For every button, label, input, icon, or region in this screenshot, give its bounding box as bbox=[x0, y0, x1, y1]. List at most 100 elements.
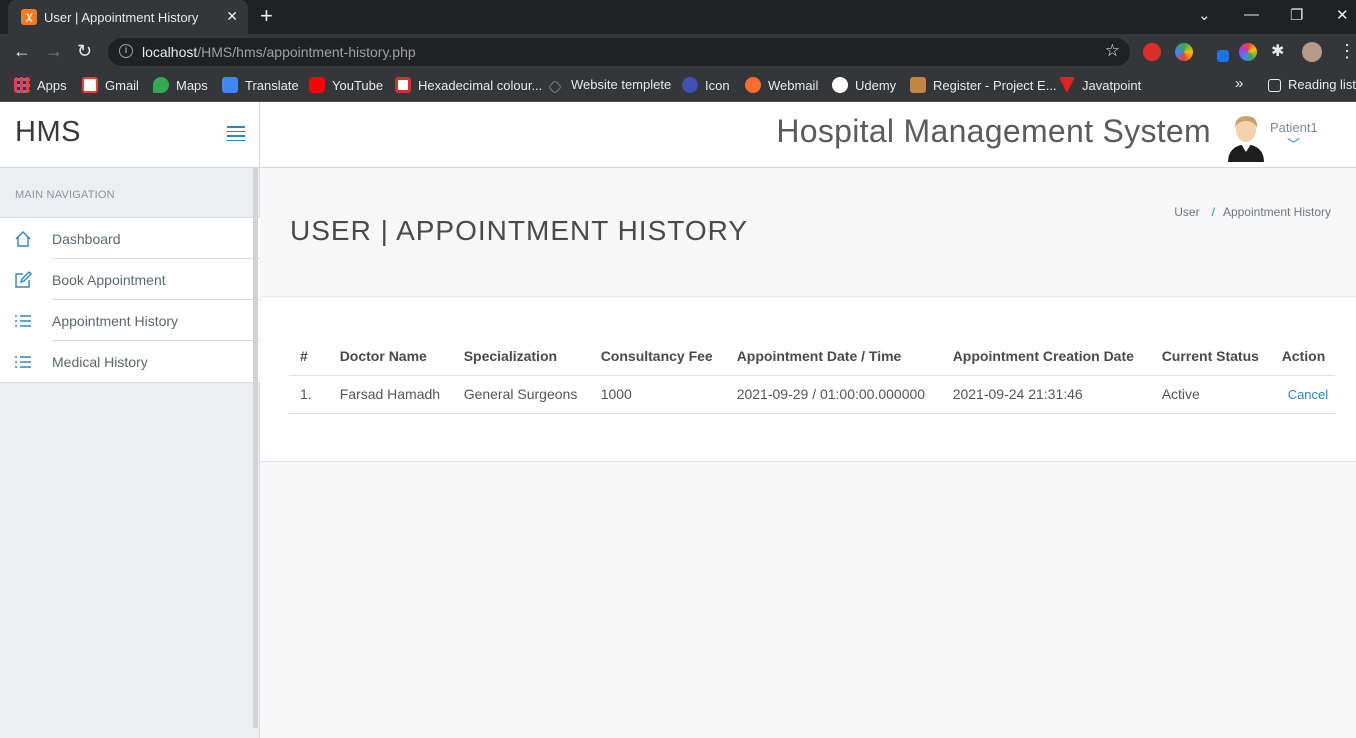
page-header: USER | APPOINTMENT HISTORY User / Appointm… bbox=[260, 168, 1356, 297]
menu-kebab-icon[interactable]: ⋮ bbox=[1338, 41, 1356, 62]
breadcrumb-user[interactable]: User bbox=[1174, 205, 1199, 219]
appointments-table: # Doctor Name Specialization Consultancy… bbox=[289, 338, 1335, 414]
column-header-action: Action bbox=[1281, 338, 1335, 376]
extension-pen-icon[interactable] bbox=[1217, 50, 1229, 62]
main-content: USER | APPOINTMENT HISTORY User / Appointm… bbox=[260, 168, 1356, 738]
browser-tab[interactable]: ꭓ User | Appointment History ✕ bbox=[8, 0, 248, 34]
sidebar-heading: MAIN NAVIGATION bbox=[0, 168, 253, 218]
close-window-icon[interactable]: ✕ bbox=[1336, 6, 1349, 24]
youtube-icon bbox=[309, 77, 325, 93]
sidebar-scrollbar[interactable] bbox=[253, 168, 258, 728]
cell-status: Active bbox=[1161, 375, 1282, 414]
bookmark-javatpoint[interactable]: Javatpoint bbox=[1059, 77, 1141, 93]
column-header-number: # bbox=[289, 338, 312, 376]
breadcrumb-current: Appointment History bbox=[1222, 205, 1331, 219]
browser-toolbar: ← → ↻ i localhost/HMS/hms/appointment-hi… bbox=[0, 34, 1356, 70]
page-title: USER | APPOINTMENT HISTORY bbox=[290, 215, 749, 246]
cell-number: 1. bbox=[289, 375, 312, 414]
list-icon bbox=[15, 315, 31, 327]
bookmarks-overflow-icon[interactable]: » bbox=[1235, 75, 1243, 92]
appointments-panel: # Doctor Name Specialization Consultancy… bbox=[260, 298, 1356, 462]
cell-creation-date: 2021-09-24 21:31:46 bbox=[952, 375, 1162, 414]
sidebar-item-label: Appointment History bbox=[52, 313, 179, 329]
cell-specialization: General Surgeons bbox=[463, 375, 601, 414]
brand-logo[interactable]: HMS bbox=[15, 116, 81, 149]
breadcrumb: User / Appointment History bbox=[1174, 205, 1331, 219]
translate-icon bbox=[222, 77, 238, 93]
breadcrumb-separator: / bbox=[1211, 205, 1215, 219]
sidebar-item-medical-history[interactable]: Medical History bbox=[0, 341, 260, 382]
sidebar-item-appointment-history[interactable]: Appointment History bbox=[0, 300, 260, 341]
sidebar: MAIN NAVIGATION Dashboard Book Appointme… bbox=[0, 168, 260, 738]
tab-search-icon[interactable]: ⌄ bbox=[1198, 6, 1211, 24]
cell-doctor-name: Farsad Hamadh bbox=[311, 375, 464, 414]
app-root: HMS Hospital Management System Patient1 … bbox=[0, 102, 1356, 738]
column-header-appointment-datetime: Appointment Date / Time bbox=[736, 338, 953, 376]
bookmark-gmail[interactable]: Gmail bbox=[82, 77, 139, 93]
template-icon bbox=[547, 79, 563, 95]
new-tab-icon[interactable]: + bbox=[260, 5, 273, 27]
home-icon bbox=[15, 231, 31, 247]
table-header-row: # Doctor Name Specialization Consultancy… bbox=[289, 338, 1335, 376]
reading-list-icon bbox=[1268, 79, 1281, 92]
project-icon bbox=[910, 77, 926, 93]
bookmarks-bar: Apps Gmail Maps Translate YouTube Hexade… bbox=[0, 70, 1356, 102]
maps-pin-icon bbox=[153, 77, 169, 93]
cell-consultancy-fee: 1000 bbox=[600, 375, 737, 414]
close-tab-icon[interactable]: ✕ bbox=[226, 8, 238, 25]
bookmark-apps[interactable]: Apps bbox=[14, 77, 67, 93]
sidebar-item-book-appointment[interactable]: Book Appointment bbox=[0, 259, 260, 300]
profile-avatar[interactable] bbox=[1302, 42, 1322, 62]
sidebar-item-dashboard[interactable]: Dashboard bbox=[0, 218, 260, 259]
bookmark-udemy[interactable]: Udemy bbox=[832, 77, 896, 93]
url-text[interactable]: localhost/HMS/hms/appointment-history.ph… bbox=[142, 44, 416, 60]
column-header-doctor-name: Doctor Name bbox=[311, 338, 464, 376]
reading-list[interactable]: Reading list bbox=[1268, 77, 1356, 92]
bookmark-maps[interactable]: Maps bbox=[153, 77, 208, 93]
bookmark-hexadecimal[interactable]: Hexadecimal colour... bbox=[395, 77, 542, 93]
extension-colorpicker-icon[interactable] bbox=[1239, 43, 1257, 61]
star-badge-icon bbox=[682, 77, 698, 93]
bookmark-icon[interactable]: Icon bbox=[682, 77, 730, 93]
user-avatar[interactable] bbox=[1224, 112, 1268, 162]
cancel-appointment-link[interactable]: Cancel bbox=[1281, 375, 1335, 414]
column-header-specialization: Specialization bbox=[463, 338, 601, 376]
address-bar[interactable]: i localhost/HMS/hms/appointment-history.… bbox=[108, 38, 1130, 66]
hex-colour-icon bbox=[395, 77, 411, 93]
javatpoint-icon bbox=[1059, 77, 1075, 93]
bookmark-translate[interactable]: Translate bbox=[222, 77, 299, 93]
bookmark-star-icon[interactable]: ☆ bbox=[1105, 41, 1120, 61]
top-header: Hospital Management System Patient1 ﹀ bbox=[260, 102, 1356, 168]
list-icon bbox=[15, 356, 31, 368]
restore-icon[interactable]: ❐ bbox=[1290, 6, 1303, 24]
user-name[interactable]: Patient1 bbox=[1270, 120, 1318, 135]
column-header-consultancy-fee: Consultancy Fee bbox=[600, 338, 737, 376]
browser-tab-strip: ꭓ User | Appointment History ✕ + ⌄ — ❐ ✕ bbox=[0, 0, 1356, 34]
table-row: 1. Farsad Hamadh General Surgeons 1000 2… bbox=[289, 375, 1335, 414]
edit-icon bbox=[15, 271, 32, 288]
extensions-puzzle-icon[interactable]: ✱ bbox=[1271, 41, 1284, 61]
udemy-icon bbox=[832, 77, 848, 93]
sidebar-item-label: Medical History bbox=[52, 354, 148, 370]
sidebar-item-label: Book Appointment bbox=[52, 272, 166, 288]
xampp-favicon-icon: ꭓ bbox=[21, 9, 37, 25]
extension-hand-icon[interactable] bbox=[1143, 43, 1161, 61]
forward-icon[interactable]: → bbox=[45, 41, 63, 62]
gmail-icon bbox=[82, 77, 98, 93]
cell-appointment-datetime: 2021-09-29 / 01:00:00.000000 bbox=[736, 375, 953, 414]
bookmark-youtube[interactable]: YouTube bbox=[309, 77, 383, 93]
site-info-icon[interactable]: i bbox=[119, 44, 133, 58]
chevron-down-icon[interactable]: ﹀ bbox=[1287, 134, 1300, 153]
bookmark-webmail[interactable]: Webmail bbox=[745, 77, 818, 93]
apps-grid-icon bbox=[14, 77, 30, 93]
reload-icon[interactable]: ↻ bbox=[77, 41, 92, 62]
hamburger-menu-icon[interactable] bbox=[227, 126, 245, 144]
extension-color-icon[interactable] bbox=[1175, 43, 1193, 61]
bookmark-website-templete[interactable]: Website templete bbox=[547, 77, 671, 95]
app-title: Hospital Management System bbox=[776, 113, 1211, 149]
back-icon[interactable]: ← bbox=[13, 41, 31, 62]
bookmark-register[interactable]: Register - Project E... bbox=[910, 77, 1057, 93]
minimize-icon[interactable]: — bbox=[1244, 6, 1259, 23]
brand-bar: HMS bbox=[0, 102, 260, 168]
sidebar-item-label: Dashboard bbox=[52, 231, 121, 247]
